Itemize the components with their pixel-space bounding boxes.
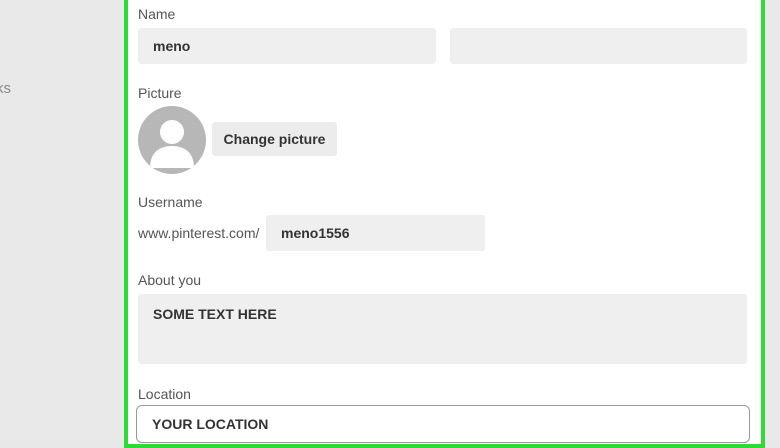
last-name-input[interactable]: [450, 28, 747, 64]
location-label: Location: [138, 386, 191, 402]
username-label: Username: [138, 194, 203, 210]
left-sidebar: ks: [0, 0, 124, 440]
change-picture-button[interactable]: Change picture: [212, 122, 337, 156]
username-url-prefix: www.pinterest.com/: [138, 225, 260, 241]
name-label: Name: [138, 6, 176, 22]
person-avatar-icon: [138, 106, 206, 174]
profile-edit-form: Name meno Picture Change picture Usernam…: [124, 0, 765, 448]
about-textarea[interactable]: SOME TEXT HERE: [138, 294, 747, 364]
right-margin: [765, 0, 780, 440]
username-input[interactable]: meno1556: [266, 215, 485, 251]
picture-label: Picture: [138, 85, 182, 101]
location-input[interactable]: YOUR LOCATION: [136, 405, 750, 443]
about-label: About you: [138, 272, 202, 288]
sidebar-partial-text: ks: [0, 80, 11, 97]
first-name-input[interactable]: meno: [138, 28, 436, 64]
